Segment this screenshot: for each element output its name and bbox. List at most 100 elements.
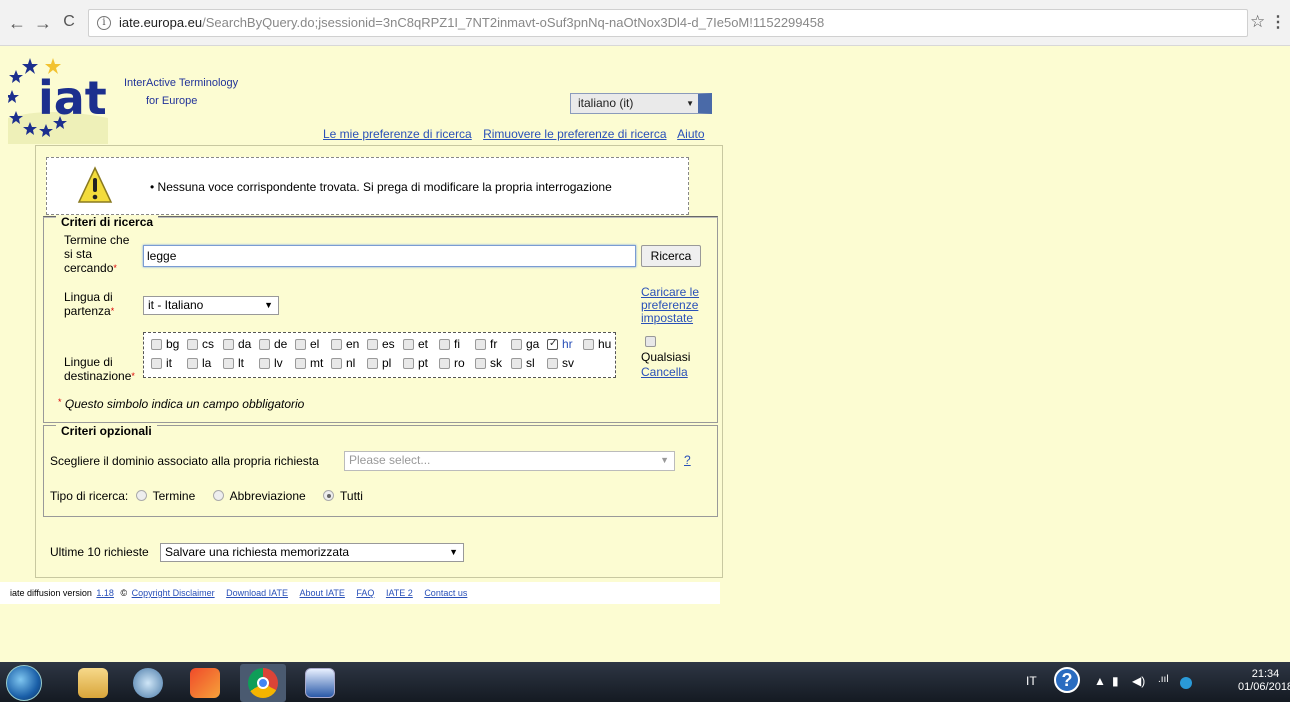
target-language-ga[interactable]: ga bbox=[511, 338, 539, 351]
search-term-input[interactable]: legge bbox=[143, 245, 636, 267]
checkbox-lv[interactable] bbox=[259, 358, 270, 369]
target-language-sl[interactable]: sl bbox=[511, 357, 535, 370]
checkbox-la[interactable] bbox=[187, 358, 198, 369]
checkbox-fr[interactable] bbox=[475, 339, 486, 350]
target-language-lt[interactable]: lt bbox=[223, 357, 244, 370]
checkbox-nl[interactable] bbox=[331, 358, 342, 369]
chrome-taskbar-button[interactable] bbox=[240, 664, 286, 702]
clear-link[interactable]: Cancella bbox=[641, 366, 688, 379]
reload-icon[interactable]: C bbox=[58, 13, 80, 31]
target-language-en[interactable]: en bbox=[331, 338, 359, 351]
media-player-icon[interactable] bbox=[133, 668, 163, 698]
target-language-mt[interactable]: mt bbox=[295, 357, 323, 370]
forward-icon[interactable]: → bbox=[32, 13, 54, 34]
remove-preferences-link[interactable]: Rimuovere le preferenze di ricerca bbox=[483, 127, 666, 141]
any-language-checkbox[interactable] bbox=[645, 336, 656, 347]
interface-language-select[interactable]: italiano (it) bbox=[570, 93, 712, 114]
target-language-pl[interactable]: pl bbox=[367, 357, 391, 370]
help-icon[interactable]: ? bbox=[1054, 667, 1080, 693]
target-language-pt[interactable]: pt bbox=[403, 357, 428, 370]
language-code-label: sv bbox=[562, 356, 574, 370]
checkbox-da[interactable] bbox=[223, 339, 234, 350]
checkbox-lt[interactable] bbox=[223, 358, 234, 369]
checkbox-hu[interactable] bbox=[583, 339, 594, 350]
target-language-de[interactable]: de bbox=[259, 338, 287, 351]
checkbox-el[interactable] bbox=[295, 339, 306, 350]
input-language-indicator[interactable]: IT bbox=[1026, 674, 1037, 688]
word-icon[interactable] bbox=[305, 668, 335, 698]
target-language-bg[interactable]: bg bbox=[151, 338, 179, 351]
address-bar[interactable]: i iate.europa.eu/SearchByQuery.do;jsessi… bbox=[88, 9, 1248, 37]
target-language-hu[interactable]: hu bbox=[583, 338, 611, 351]
checkbox-pl[interactable] bbox=[367, 358, 378, 369]
bookmark-star-icon[interactable]: ☆ bbox=[1250, 12, 1265, 32]
checkbox-sk[interactable] bbox=[475, 358, 486, 369]
faq-link[interactable]: FAQ bbox=[356, 588, 374, 598]
checkbox-en[interactable] bbox=[331, 339, 342, 350]
target-language-et[interactable]: et bbox=[403, 338, 428, 351]
volume-icon[interactable]: ◀) bbox=[1132, 674, 1145, 688]
recent-queries-select[interactable]: Salvare una richiesta memorizzata ▼ bbox=[160, 543, 464, 562]
target-language-hr[interactable]: hr bbox=[547, 337, 573, 351]
radio-term[interactable] bbox=[135, 490, 147, 501]
language-code-label: de bbox=[274, 337, 288, 351]
target-language-la[interactable]: la bbox=[187, 357, 211, 370]
version-link[interactable]: 1.18 bbox=[96, 588, 114, 598]
target-language-ro[interactable]: ro bbox=[439, 357, 465, 370]
preferences-link[interactable]: Le mie preferenze di ricerca bbox=[323, 127, 472, 141]
contact-us-link[interactable]: Contact us bbox=[424, 588, 467, 598]
target-language-sv[interactable]: sv bbox=[547, 357, 574, 370]
checkbox-cs[interactable] bbox=[187, 339, 198, 350]
checkbox-et[interactable] bbox=[403, 339, 414, 350]
copyright-disclaimer-link[interactable]: Copyright Disclaimer bbox=[132, 588, 215, 598]
source-language-select[interactable]: it - Italiano ▼ bbox=[143, 296, 279, 315]
checkbox-it[interactable] bbox=[151, 358, 162, 369]
file-explorer-icon[interactable] bbox=[78, 668, 108, 698]
target-language-fi[interactable]: fi bbox=[439, 338, 460, 351]
checkbox-es[interactable] bbox=[367, 339, 378, 350]
clock[interactable]: 21:34 01/06/2018 bbox=[1238, 668, 1290, 694]
network-icon[interactable] bbox=[1180, 677, 1192, 689]
required-note: * Questo simbolo indica un campo obbliga… bbox=[58, 397, 305, 411]
checkbox-hr[interactable] bbox=[547, 337, 558, 350]
signal-icon[interactable]: .ııl bbox=[1158, 674, 1169, 685]
target-language-es[interactable]: es bbox=[367, 338, 395, 351]
checkbox-sv[interactable] bbox=[547, 358, 558, 369]
checkbox-ro[interactable] bbox=[439, 358, 450, 369]
checkbox-mt[interactable] bbox=[295, 358, 306, 369]
power-icon[interactable]: ▮ bbox=[1112, 674, 1119, 688]
radio-abbreviation[interactable] bbox=[212, 490, 224, 501]
domain-help-link[interactable]: ? bbox=[684, 454, 691, 467]
target-language-da[interactable]: da bbox=[223, 338, 251, 351]
checkbox-bg[interactable] bbox=[151, 339, 162, 350]
start-button-icon[interactable] bbox=[6, 665, 42, 701]
checkbox-ga[interactable] bbox=[511, 339, 522, 350]
checkbox-fi[interactable] bbox=[439, 339, 450, 350]
target-language-el[interactable]: el bbox=[295, 338, 319, 351]
target-language-lv[interactable]: lv bbox=[259, 357, 283, 370]
info-icon[interactable]: i bbox=[97, 16, 111, 30]
radio-all[interactable] bbox=[323, 490, 335, 501]
checkbox-de[interactable] bbox=[259, 339, 270, 350]
about-iate-link[interactable]: About IATE bbox=[300, 588, 345, 598]
copyright-symbol: © bbox=[120, 588, 128, 598]
logo-tagline: InterActive Terminology for Europe bbox=[124, 77, 238, 107]
target-language-it[interactable]: it bbox=[151, 357, 172, 370]
target-language-nl[interactable]: nl bbox=[331, 357, 355, 370]
target-language-sk[interactable]: sk bbox=[475, 357, 502, 370]
target-language-cs[interactable]: cs bbox=[187, 338, 214, 351]
download-iate-link[interactable]: Download IATE bbox=[226, 588, 288, 598]
ccleaner-icon[interactable] bbox=[190, 668, 220, 698]
target-language-fr[interactable]: fr bbox=[475, 338, 497, 351]
browser-menu-icon[interactable]: ⋮ bbox=[1270, 12, 1286, 32]
help-link[interactable]: Aiuto bbox=[677, 127, 704, 141]
load-preferences-link[interactable]: Caricare le preferenze impostate bbox=[641, 286, 703, 325]
checkbox-pt[interactable] bbox=[403, 358, 414, 369]
domain-select[interactable]: Please select... ▼ bbox=[344, 451, 675, 471]
checkbox-sl[interactable] bbox=[511, 358, 522, 369]
browser-toolbar: ← → C i iate.europa.eu/SearchByQuery.do;… bbox=[0, 0, 1290, 46]
search-button[interactable]: Ricerca bbox=[641, 245, 701, 267]
show-hidden-icons-icon[interactable]: ▲ bbox=[1094, 674, 1106, 688]
back-icon[interactable]: ← bbox=[6, 13, 28, 34]
iate2-link[interactable]: IATE 2 bbox=[386, 588, 413, 598]
